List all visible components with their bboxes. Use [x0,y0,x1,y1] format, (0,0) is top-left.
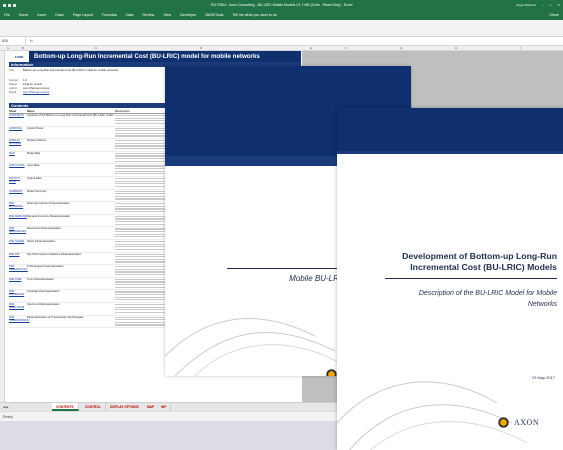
doc2-header-band [337,108,563,151]
axon-logo-text: AXON [514,418,540,427]
formula-bar: A26 fx [0,37,563,46]
sheet-link[interactable]: PAR SHARE [9,240,27,252]
sheet-name: Time Parameterisation [27,277,54,281]
sheet-name: Model Summary [27,189,47,193]
share-button[interactable]: Share [549,13,559,17]
menu-home[interactable]: Home [19,13,29,17]
sheet-name: Coverage Parameterisation [27,290,60,294]
sheet-link[interactable]: OUTPUT DATA [9,177,27,189]
report-cover-development[interactable]: Development of Bottom-up Long-Run Increm… [337,108,563,450]
col-h[interactable]: H [455,46,457,50]
menu-basktools[interactable]: BASKTools [205,13,223,17]
menu-formulas[interactable]: Formulas [102,13,117,17]
col-g[interactable]: G [400,46,402,50]
tab-display-options[interactable]: DISPLAY OPTIONS [106,403,144,411]
sheet-name: Output Data [27,176,42,180]
name-box[interactable]: A26 [0,37,26,45]
sheet-link[interactable]: PAR TRANSMISSION [9,316,29,328]
sheet-name: Technologies Parameterisation [27,265,64,269]
sheet-name: Spectrum Parameterisation [27,302,60,306]
sheet-title: Bottom-up Long-Run Incremental Cost (BU-… [34,53,260,60]
doc2-axon-logo: AXON [497,416,539,429]
menu-data[interactable]: Data [126,13,134,17]
sheet-name: Display Options [27,139,46,143]
sheet-name: Parameterisation of Transmission Technol… [27,315,84,319]
doc2-swirl-graphic [337,381,528,450]
sheet-name: Key Performance Indicators Parameterisat… [27,252,82,256]
tab-contents[interactable]: CONTENTS [52,403,79,411]
col-d[interactable]: D [200,46,202,50]
col-a[interactable]: A [7,46,9,50]
tell-me-search[interactable]: Tell me what you want to do [232,13,276,17]
sheet-link[interactable]: PAR EXTERNAL [9,202,27,214]
sheet-name: External Inventory Parameterisation [27,202,70,206]
title-bar: 20170504 - Axon Consulting - BU-LRIC Mob… [0,0,563,10]
sheet-link[interactable]: PAR KPI [9,253,27,265]
tab-nav-arrows[interactable]: ◀ ▶ [3,405,9,409]
sheet-link[interactable]: MAP [9,152,27,164]
sheet-name: Model Map [27,151,41,155]
doc2-header-stripe [337,151,563,154]
sheet-banner: AXON Bottom-up Long-Run Incremental Cost… [9,51,301,62]
sheet-link[interactable]: PAR SPECTRUM [9,303,27,315]
doc2-rule [385,278,557,279]
col-c[interactable]: C [95,46,97,50]
menu-draw[interactable]: Draw [55,13,63,17]
doc2-title: Development of Bottom-up Long-Run Increm… [402,251,557,272]
tab-control[interactable]: CONTROL [81,403,106,411]
sheet-link[interactable]: CONTENTS [9,114,27,126]
sheet-name: Share Parameterisation [27,239,56,243]
col-f[interactable]: F [345,46,347,50]
sheet-link[interactable]: PAR RESOURCES [9,227,27,239]
menu-insert[interactable]: Insert [37,13,46,17]
sheet-name: Control Panel [27,126,44,130]
fx-icon[interactable]: fx [26,39,33,43]
sheet-name: Input Data [27,164,40,168]
sheet-link[interactable]: PAR DEMAND [9,215,27,227]
ribbon-area [0,20,563,37]
sheet-link[interactable]: PAR TECHNOLOGY [9,265,28,277]
sheet-link[interactable]: CONTROL [9,127,27,139]
sheet-link[interactable]: INPUT DATA [9,164,27,176]
menu-page-layout[interactable]: Page Layout [73,13,93,17]
sheet-link[interactable]: PAR TIME [9,278,27,290]
axon-logo-small: AXON [9,51,29,62]
sheet-link[interactable]: PAR COVERAGE [9,290,27,302]
col-i[interactable]: I [520,46,521,50]
col-b[interactable]: B [22,46,24,50]
tab-input[interactable]: INP [157,403,172,411]
sheet-name: Contents of the Bottom-up Long-Run Incre… [27,114,114,117]
sheet-link[interactable]: DISPLAY OPTIONS [9,139,27,151]
sheet-name: Resources Parameterisation [27,227,61,231]
col-e[interactable]: E [310,46,312,50]
sheet-name: Demand Inventory Parameterisation [27,214,71,218]
menu-developer[interactable]: Developer [180,13,196,17]
menu-file[interactable]: File [4,13,10,17]
menu-view[interactable]: View [163,13,171,17]
sheet-link[interactable]: SUMMARY [9,190,27,202]
window-title: 20170504 - Axon Consulting - BU-LRIC Mob… [210,3,353,7]
axon-sun-icon [497,416,510,429]
doc2-subtitle: Description of the BU-LRIC Model for Mob… [418,290,557,308]
menu-review[interactable]: Review [143,13,155,17]
ribbon-tabs: File Home Insert Draw Page Layout Formul… [0,10,563,20]
